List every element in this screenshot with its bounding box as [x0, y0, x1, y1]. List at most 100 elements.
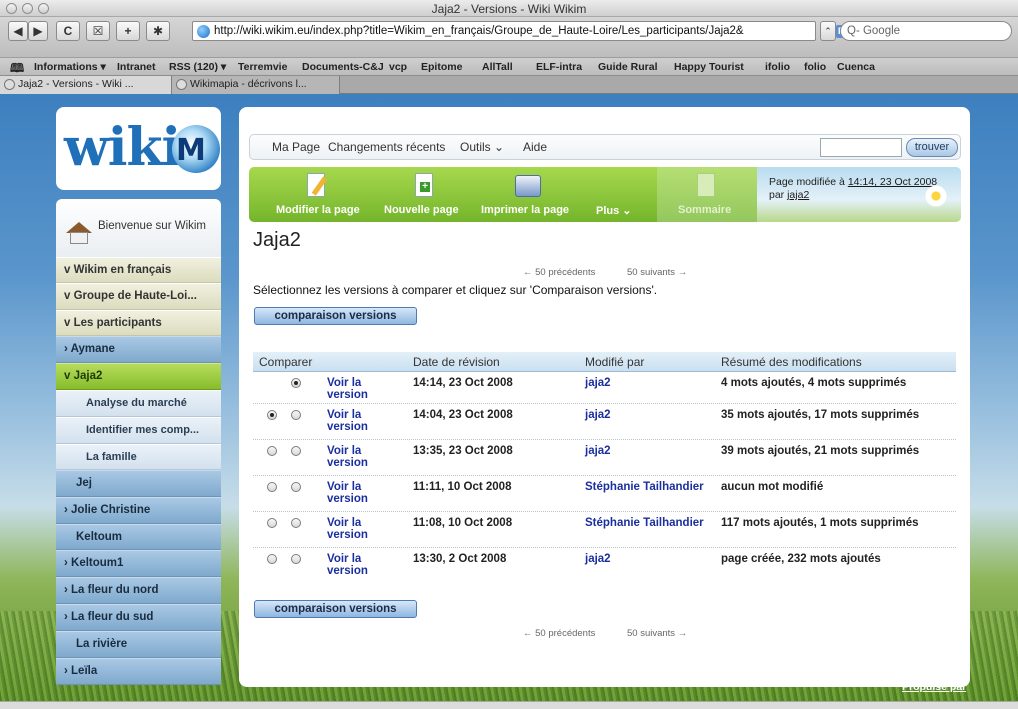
new-page-icon[interactable]: +: [415, 173, 433, 197]
radio-old[interactable]: [267, 410, 277, 420]
sidebar-item-keltoum1[interactable]: › Keltoum1: [56, 550, 221, 577]
nav-ma-page[interactable]: Ma Page: [272, 140, 320, 154]
prev-50-link-bottom[interactable]: ← 50 précédents: [523, 628, 595, 639]
tab-close-icon[interactable]: [4, 79, 15, 90]
bookmark-item[interactable]: Happy Tourist: [674, 61, 744, 73]
bookmark-item[interactable]: AllTall: [482, 61, 513, 73]
sidebar-item-wikim-en-francais[interactable]: v Wikim en français: [56, 257, 221, 283]
bookmark-item[interactable]: RSS (120) ▾: [169, 61, 226, 73]
bookmark-item[interactable]: Guide Rural: [598, 61, 658, 73]
add-bookmark-button[interactable]: +: [116, 21, 140, 41]
bookmark-item[interactable]: Intranet: [117, 61, 156, 73]
voir-la-version-link[interactable]: Voir la version: [327, 553, 387, 577]
bookmark-item[interactable]: Informations ▾: [34, 61, 106, 73]
user-link[interactable]: jaja2: [585, 409, 611, 421]
sidebar-item-les-participants[interactable]: v Les participants: [56, 310, 221, 336]
url-dropdown-button[interactable]: ⌃: [820, 21, 836, 41]
sidebar-item-keltoum[interactable]: Keltoum: [56, 524, 221, 550]
radio-new[interactable]: [291, 446, 301, 456]
trouver-button[interactable]: trouver: [906, 138, 958, 157]
back-button[interactable]: ◀: [8, 21, 28, 41]
sidebar-item-analyse-marche[interactable]: Analyse du marché: [56, 390, 221, 417]
user-link[interactable]: Stéphanie Tailhandier: [585, 517, 704, 529]
radio-new[interactable]: [291, 554, 301, 564]
nav-aide[interactable]: Aide: [523, 140, 547, 154]
tab-wikimapia[interactable]: Wikimapia - décrivons l...: [172, 76, 340, 94]
voir-la-version-link[interactable]: Voir la version: [327, 517, 387, 541]
wikim-logo[interactable]: wiki M: [56, 107, 221, 190]
bookmark-item[interactable]: Documents-C&J: [302, 61, 384, 73]
sidebar-item-jej[interactable]: Jej: [56, 470, 221, 497]
sidebar-item-identifier[interactable]: Identifier mes comp...: [56, 417, 221, 444]
printer-icon[interactable]: [515, 175, 541, 197]
plus-menu-button[interactable]: Plus ⌄: [596, 204, 632, 217]
bookmark-item[interactable]: ifolio: [765, 61, 790, 73]
header-modifie-par: Modifié par: [585, 355, 645, 369]
next-50-link[interactable]: 50 suivants →: [627, 267, 687, 278]
radio-old[interactable]: [267, 518, 277, 528]
nav-changements-recents[interactable]: Changements récents: [328, 140, 445, 154]
user-link[interactable]: jaja2: [585, 553, 611, 565]
url-text[interactable]: http://wiki.wikim.eu/index.php?title=Wik…: [214, 25, 744, 37]
next-50-link-bottom[interactable]: 50 suivants →: [627, 628, 687, 639]
user-link[interactable]: Stéphanie Tailhandier: [585, 481, 704, 493]
nouvelle-page-button[interactable]: Nouvelle page: [384, 204, 459, 216]
forward-button[interactable]: ▶: [28, 21, 48, 41]
user-link[interactable]: jaja2: [585, 445, 611, 457]
edit-page-icon[interactable]: [307, 173, 328, 197]
modified-user-link[interactable]: jaja2: [787, 189, 809, 201]
bookmark-item[interactable]: Cuenca: [837, 61, 875, 73]
imprimer-la-page-button[interactable]: Imprimer la page: [481, 204, 569, 216]
radio-old[interactable]: [267, 554, 277, 564]
bookmark-item[interactable]: ELF-intra: [536, 61, 582, 73]
google-search-input[interactable]: Q- Google: [840, 21, 1012, 41]
voir-la-version-link[interactable]: Voir la version: [327, 409, 387, 433]
tab-jaja2-versions[interactable]: Jaja2 - Versions - Wiki ...: [0, 76, 172, 94]
welcome-box[interactable]: Bienvenue sur Wikim: [56, 199, 221, 257]
compare-versions-button-bottom[interactable]: comparaison versions: [254, 600, 417, 618]
sidebar-item-aymane[interactable]: › Aymane: [56, 336, 221, 363]
radio-old[interactable]: [267, 446, 277, 456]
voir-la-version-link[interactable]: Voir la version: [327, 481, 387, 505]
sidebar-item-fleur-du-sud[interactable]: › La fleur du sud: [56, 604, 221, 631]
sommaire-button: Sommaire: [678, 204, 732, 216]
header-date: Date de révision: [413, 355, 500, 369]
bookmarks-bar: 🕮 Informations ▾ Intranet RSS (120) ▾ Te…: [0, 57, 1018, 75]
wiki-search-input[interactable]: [820, 138, 902, 157]
modified-date-link[interactable]: 14:14, 23 Oct 2008: [848, 176, 937, 188]
bookmark-item[interactable]: folio: [804, 61, 826, 73]
compare-versions-button-top[interactable]: comparaison versions: [254, 307, 417, 325]
daisy-icon: [925, 185, 947, 207]
address-bar[interactable]: http://wiki.wikim.eu/index.php?title=Wik…: [192, 21, 859, 41]
radio-old[interactable]: [267, 482, 277, 492]
radio-new[interactable]: [291, 518, 301, 528]
sidebar-item-la-riviere[interactable]: La rivière: [56, 631, 221, 658]
nav-outils[interactable]: Outils ⌄: [460, 140, 504, 154]
sidebar-item-leila[interactable]: › Leïla: [56, 658, 221, 685]
bug-report-button[interactable]: ✱: [146, 21, 170, 41]
tab-bar: Jaja2 - Versions - Wiki ... Wikimapia - …: [0, 75, 1018, 94]
radio-new[interactable]: [291, 378, 301, 388]
modifier-la-page-button[interactable]: Modifier la page: [276, 204, 360, 216]
prev-50-link[interactable]: ← 50 précédents: [523, 267, 595, 278]
user-link[interactable]: jaja2: [585, 377, 611, 389]
bookmark-item[interactable]: Terremvie: [238, 61, 287, 73]
snapback-button[interactable]: ☒: [86, 21, 110, 41]
sidebar-item-jolie-christine[interactable]: › Jolie Christine: [56, 497, 221, 524]
sidebar-item-jaja2[interactable]: v Jaja2: [56, 363, 221, 390]
reload-button[interactable]: C: [56, 21, 80, 41]
radio-new[interactable]: [291, 482, 301, 492]
instructions-text: Sélectionnez les versions à comparer et …: [253, 283, 658, 297]
tab-close-icon[interactable]: [176, 79, 187, 90]
voir-la-version-link[interactable]: Voir la version: [327, 445, 387, 469]
revision-date: 14:14, 23 Oct 2008: [413, 377, 513, 389]
bookmark-item[interactable]: vcp: [389, 61, 407, 73]
radio-new[interactable]: [291, 410, 301, 420]
sidebar-item-groupe-haute-loire[interactable]: v Groupe de Haute-Loi...: [56, 283, 221, 310]
voir-la-version-link[interactable]: Voir la version: [327, 377, 387, 401]
bookmark-item[interactable]: Epitome: [421, 61, 462, 73]
propulse-par-link[interactable]: Propulsé par: [902, 681, 966, 693]
sidebar-item-la-famille[interactable]: La famille: [56, 444, 221, 470]
sidebar-item-fleur-du-nord[interactable]: › La fleur du nord: [56, 577, 221, 604]
page-title: Jaja2: [253, 229, 301, 251]
